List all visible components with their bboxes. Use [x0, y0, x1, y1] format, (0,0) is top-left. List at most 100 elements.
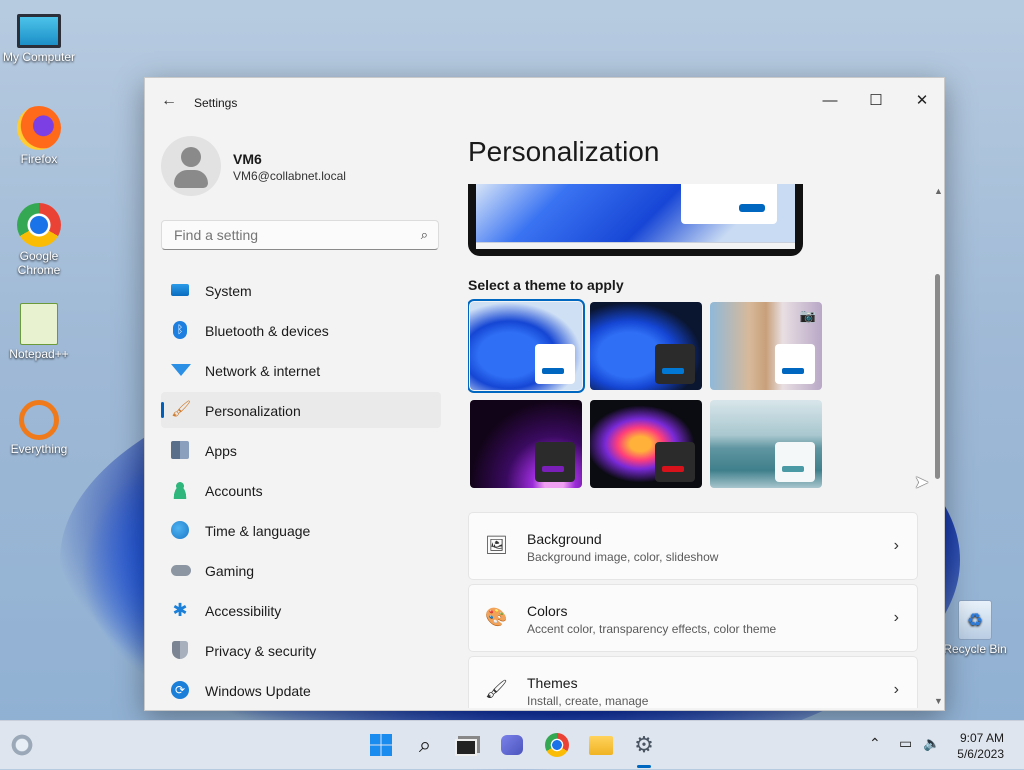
sidebar-item-privacy[interactable]: Privacy & security — [161, 632, 441, 668]
sidebar-item-accounts[interactable]: Accounts — [161, 472, 441, 508]
computer-icon — [17, 14, 61, 48]
card-subtitle: Background image, color, slideshow — [527, 550, 719, 564]
shield-icon — [172, 641, 188, 659]
theme-accent-bar — [662, 466, 684, 472]
image-icon: 🖼 — [485, 535, 508, 555]
theme-accent-bar — [782, 466, 804, 472]
sidebar-item-apps[interactable]: Apps — [161, 432, 441, 468]
preview-taskbar — [476, 242, 795, 249]
system-clock[interactable]: 9:07 AM 5/6/2023 — [957, 730, 1004, 762]
content-pane: Select a theme to apply 📷 🖼 Background B… — [468, 184, 928, 708]
chevron-up-icon[interactable]: ⌃ — [869, 735, 881, 752]
globe-clock-icon — [171, 521, 189, 539]
sidebar-item-bluetooth[interactable]: ᛒ Bluetooth & devices — [161, 312, 441, 348]
windows-logo-icon — [370, 734, 392, 756]
start-button[interactable] — [368, 732, 394, 758]
desktop-icon-my-computer[interactable]: My Computer — [0, 10, 78, 64]
sidebar-item-gaming[interactable]: Gaming — [161, 552, 441, 588]
network-icon[interactable]: ▭ — [899, 735, 912, 752]
scroll-up-arrow-icon[interactable]: ▲ — [934, 186, 943, 196]
scrollbar-thumb[interactable] — [935, 274, 940, 479]
title-bar[interactable]: ← Settings — ☐ ✕ — [145, 78, 944, 124]
search-icon[interactable]: ⌕ — [421, 227, 428, 243]
theme-mini-window — [655, 344, 695, 384]
paintbrush-icon: 🖌 — [171, 401, 192, 418]
theme-windows-dark[interactable] — [590, 302, 702, 390]
theme-mini-window — [535, 442, 575, 482]
theme-accent-bar — [662, 368, 684, 374]
chevron-right-icon: › — [893, 537, 899, 554]
user-email: VM6@collabnet.local — [233, 169, 346, 183]
desktop-icon-label: Google Chrome — [17, 249, 61, 277]
theme-windows-light[interactable] — [468, 299, 585, 393]
sidebar-item-label: Accounts — [205, 483, 263, 499]
volume-icon[interactable]: 🔈 — [923, 735, 940, 752]
colors-card[interactable]: 🎨 Colors Accent color, transparency effe… — [468, 584, 918, 652]
sidebar-item-network[interactable]: Network & internet — [161, 352, 441, 388]
accessibility-icon: ✱ — [172, 600, 188, 620]
avatar-head — [181, 147, 201, 167]
theme-flow[interactable] — [710, 400, 822, 488]
theme-preview — [468, 184, 803, 256]
sidebar-item-time-language[interactable]: Time & language — [161, 512, 441, 548]
maximize-button[interactable]: ☐ — [853, 86, 899, 116]
magnifier-icon — [19, 400, 59, 440]
preview-window — [681, 184, 777, 224]
theme-glow[interactable] — [470, 400, 582, 488]
sidebar-item-label: Time & language — [205, 523, 311, 539]
desktop-icon-google-chrome[interactable]: Google Chrome — [0, 203, 78, 277]
theme-accent-bar — [542, 368, 564, 374]
brush-icon: 🖌 — [485, 679, 508, 699]
sidebar-item-windows-update[interactable]: ⟳ Windows Update — [161, 672, 441, 708]
person-icon — [171, 481, 189, 499]
task-view-icon[interactable] — [453, 732, 479, 758]
themes-card[interactable]: 🖌 Themes Install, create, manage › — [468, 656, 918, 708]
theme-mini-window — [775, 344, 815, 384]
chrome-taskbar-icon[interactable] — [544, 732, 570, 758]
search-box[interactable]: ⌕ — [161, 220, 439, 250]
palette-icon: 🎨 — [485, 607, 508, 627]
mouse-cursor-icon: ➤ — [914, 472, 930, 492]
sidebar-item-label: Bluetooth & devices — [205, 323, 329, 339]
widgets-icon[interactable] — [10, 733, 34, 757]
avatar-body — [174, 170, 208, 188]
background-card[interactable]: 🖼 Background Background image, color, sl… — [468, 512, 918, 580]
active-indicator — [161, 402, 164, 418]
card-title: Background — [527, 531, 602, 547]
close-button[interactable]: ✕ — [899, 86, 945, 116]
search-input[interactable] — [172, 226, 406, 244]
back-arrow-icon[interactable]: ← — [161, 92, 177, 110]
sidebar-item-label: Network & internet — [205, 363, 321, 379]
minimize-button[interactable]: — — [807, 86, 853, 116]
theme-windows-spotlight[interactable]: 📷 — [710, 302, 822, 390]
notepadpp-icon — [20, 303, 58, 345]
desktop-icon-recycle-bin[interactable]: ♻ Recycle Bin — [936, 600, 1014, 656]
scroll-down-arrow-icon[interactable]: ▼ — [934, 696, 943, 706]
preview-wallpaper — [476, 184, 795, 242]
bluetooth-icon: ᛒ — [173, 321, 187, 339]
card-title: Themes — [527, 675, 578, 691]
sidebar-item-system[interactable]: System — [161, 272, 441, 308]
desktop-icon-everything[interactable]: Everything — [0, 400, 78, 456]
theme-accent-bar — [542, 466, 564, 472]
gamepad-icon — [171, 565, 191, 576]
sidebar-item-label: Apps — [205, 443, 237, 459]
camera-icon: 📷 — [799, 308, 816, 323]
desktop-icon-notepadpp[interactable]: Notepad++ — [0, 303, 78, 361]
chat-icon[interactable] — [499, 732, 525, 758]
search-taskbar-icon[interactable]: ⌕ — [412, 732, 438, 758]
page-title: Personalization — [468, 136, 660, 167]
desktop-icon-label: Recycle Bin — [943, 642, 1007, 656]
desktop-icon-firefox[interactable]: Firefox — [0, 106, 78, 166]
theme-captured-motion[interactable] — [590, 400, 702, 488]
theme-mini-window — [655, 442, 695, 482]
settings-taskbar-icon[interactable]: ⚙ — [631, 732, 657, 758]
apps-icon — [171, 441, 189, 459]
clock-date: 5/6/2023 — [957, 747, 1004, 761]
file-explorer-icon[interactable] — [588, 732, 614, 758]
chrome-icon — [17, 203, 61, 247]
taskbar: ⌕ ⚙ ⌃ ▭ 🔈 9:07 AM 5/6/2023 — [0, 720, 1024, 769]
sidebar-item-accessibility[interactable]: ✱ Accessibility — [161, 592, 441, 628]
sidebar-item-personalization[interactable]: 🖌 Personalization — [161, 392, 441, 428]
content-scrollbar[interactable]: ▲ ▼ — [934, 186, 943, 706]
